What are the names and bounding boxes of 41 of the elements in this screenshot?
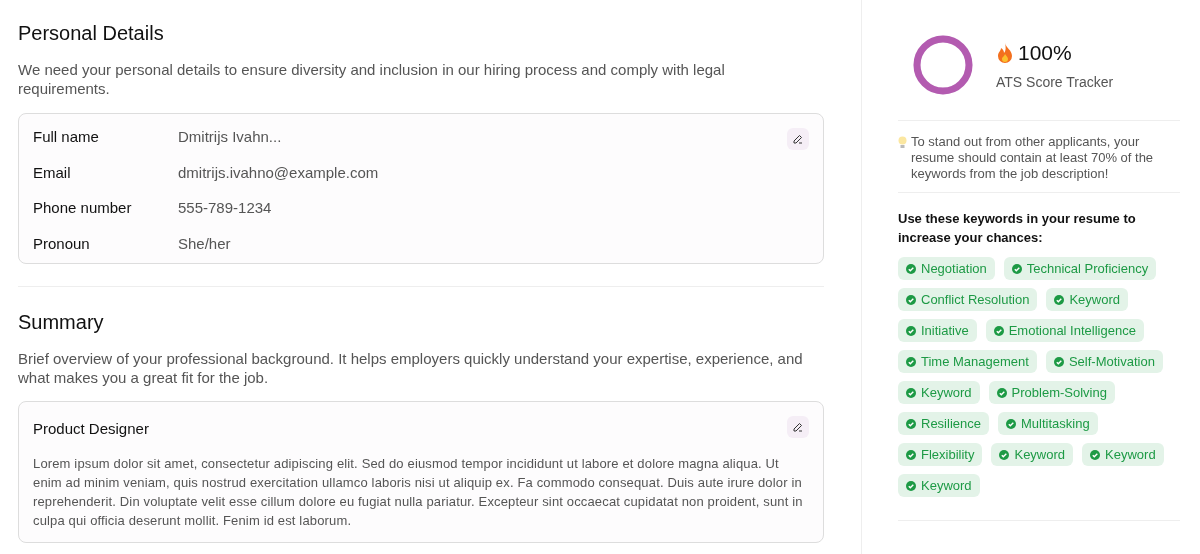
keyword-tag: Problem-Solving (988, 381, 1115, 404)
keyword-tag: Keyword (898, 381, 980, 404)
edit-button[interactable] (787, 416, 809, 438)
keyword-tag: Multitasking (998, 412, 1098, 435)
tip-text: To stand out from other applicants, your resume should contain at least 70% of the keywords from the job description! (911, 134, 1155, 182)
card-text: Lorem ipsum dolor sit amet, consectetur adipiscing elit. Sed do eiusmod tempor incididunt ut labore et dolore magna aliqua. Ut enim ad minim veniam, quis nostrud exercitation ullamco laboris nisi ut aliquip ex. Fa commodo consequat. Duis aute irure dolor in reprehenderit. Din voluptate velit esse cillum dolore eu fugiat nulla pariatur. Excepteur sint occaecat cupidatat non proident, sunt in culpa qui officia deserunt mollit. Fenim id est laborum. (33, 454, 804, 530)
pencil-icon (792, 421, 804, 433)
field-label: Phone number (33, 198, 133, 218)
section-description: We need your personal details to ensure diversity and inclusion in our hiring process and comply with legal requirements. (18, 60, 726, 98)
section-title: Personal Details (18, 21, 165, 46)
score-value: 100% (1018, 40, 1072, 67)
keywords-heading: Use these keywords in your resume to increase your chances: (898, 210, 1137, 247)
keyword-tag: Keyword (898, 474, 980, 497)
flame-icon (996, 42, 1014, 64)
keyword-tag: Keyword (1046, 288, 1128, 311)
keyword-tag: Negotiation (898, 257, 995, 280)
keyword-tag: Self-Motivation (1045, 350, 1163, 373)
field-value: dmitrijs.ivahno@example.com (178, 162, 379, 183)
section-description: Brief overview of your professional background. It helps employers quickly understand your expertise, experience, and what makes you a great fit for the job. (18, 349, 804, 387)
keyword-tag: Initiative (898, 319, 977, 342)
keyword-tag: Keyword (991, 443, 1074, 466)
card-title: Product Designer (33, 419, 149, 439)
pencil-icon (792, 133, 804, 145)
keyword-tag: Resilience (898, 412, 989, 435)
score-label: ATS Score Tracker (996, 72, 1114, 92)
section-title: Summary (18, 310, 105, 335)
keyword-tag: Technical Proficiency (1003, 257, 1157, 280)
keyword-tag: Flexibility (898, 443, 983, 466)
field-label: Email (33, 162, 72, 183)
field-label: Full name (33, 127, 100, 147)
field-value: Dmitrijs Ivahn... (178, 127, 282, 147)
lightbulb-icon (898, 136, 907, 149)
edit-button[interactable] (787, 128, 809, 150)
score-ring (912, 34, 974, 96)
field-value: 555-789-1234 (178, 198, 272, 218)
keyword-tag: Time Management (898, 350, 1037, 373)
field-value: She/her (178, 233, 231, 254)
keyword-tag: Keyword (1082, 443, 1164, 466)
keyword-tag: Emotional Intelligence (985, 319, 1144, 342)
keyword-tag: Conflict Resolution (898, 288, 1038, 311)
field-label: Pronoun (33, 233, 91, 254)
